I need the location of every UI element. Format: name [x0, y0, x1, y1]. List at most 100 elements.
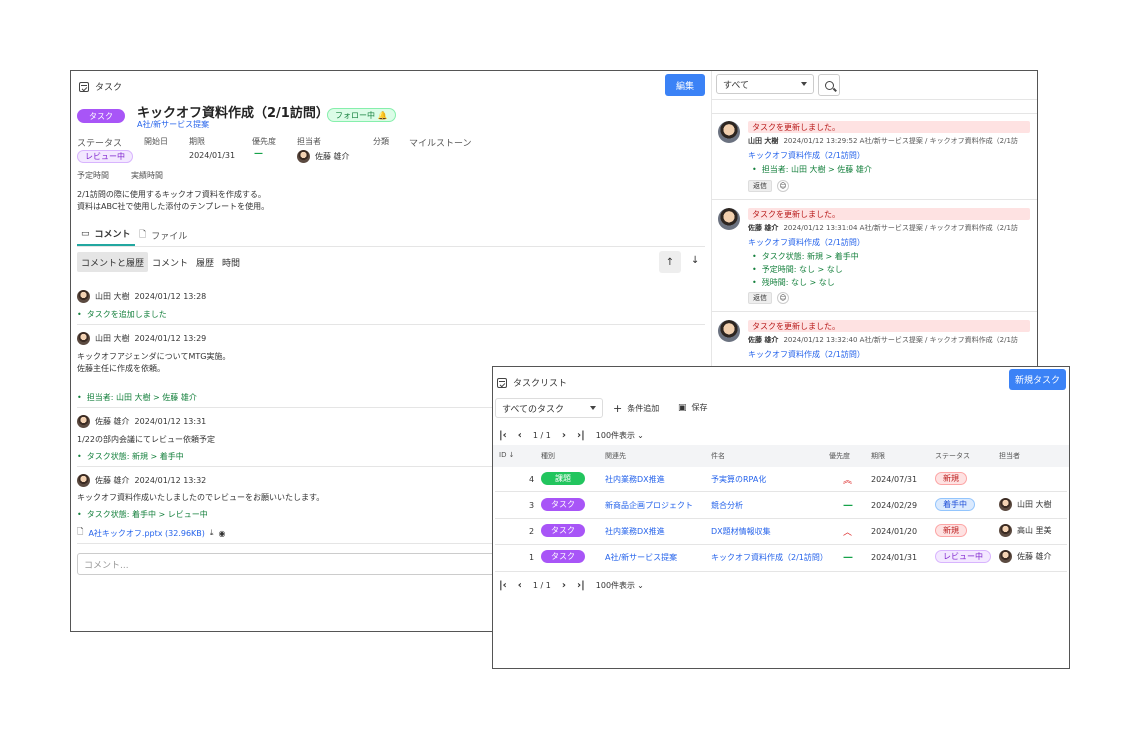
chevron-down-icon: ⌄ — [637, 581, 644, 590]
due-date-value[interactable]: 2024/01/31 — [189, 151, 235, 160]
emoji-icon[interactable]: ☺ — [777, 180, 789, 192]
comment-body: キックオフアジェンダについてMTG実施。 — [77, 352, 231, 361]
activity-divider — [712, 113, 1037, 114]
follow-badge[interactable]: フォロー中 🔔 — [327, 108, 396, 122]
cell-related[interactable]: A社/新サービス提案 — [605, 550, 677, 564]
prev-page-icon[interactable]: ‹ — [518, 580, 522, 591]
cell-related[interactable]: 新商品企画プロジェクト — [605, 498, 693, 512]
activity-task-link[interactable]: キックオフ資料作成（2/1訪問） — [748, 237, 865, 248]
activity-change: • タスク状態: 新規 > 着手中 — [752, 252, 859, 261]
status-value-badge[interactable]: レビュー中 — [77, 150, 133, 163]
comment-author: 佐藤 雄介 — [95, 476, 130, 485]
comment-body: 1/22の部内会議にてレビュー依頼予定 — [77, 435, 215, 444]
column-status[interactable]: ステータス — [935, 451, 970, 461]
column-due[interactable]: 期限 — [871, 451, 885, 461]
comment-header: 佐藤 雄介 2024/01/12 13:31 — [77, 415, 206, 428]
per-page-select[interactable]: 100件表示 ⌄ — [596, 430, 644, 441]
task-list-header: タスクリスト — [497, 376, 567, 389]
activity-filter-select[interactable]: すべて — [716, 74, 814, 94]
per-page-select[interactable]: 100件表示 ⌄ — [596, 580, 644, 591]
history-change: • タスク状態: 着手中 > レビュー中 — [77, 510, 208, 519]
activity-change-text: 担当者: 山田 大樹 > 佐藤 雄介 — [761, 165, 872, 174]
column-priority[interactable]: 優先度 — [829, 451, 850, 461]
priority-value[interactable]: — — [254, 149, 263, 159]
next-page-icon[interactable]: › — [562, 580, 566, 591]
activity-change-text: タスク状態: 新規 > 着手中 — [761, 252, 859, 261]
cell-type-badge: タスク — [541, 550, 585, 563]
activity-task-link[interactable]: キックオフ資料作成（2/1訪問） — [748, 349, 865, 360]
chevron-down-icon: ⌄ — [637, 431, 644, 440]
last-page-icon[interactable]: ›| — [577, 430, 585, 441]
add-condition-button[interactable]: + 条件追加 — [613, 402, 659, 415]
tab-comments-label: コメント — [94, 230, 131, 240]
sort-descending-button[interactable]: ↓ — [691, 255, 699, 266]
edit-button[interactable]: 編集 — [665, 74, 705, 96]
column-related[interactable]: 関連先 — [605, 451, 626, 461]
file-icon: 🗋 — [139, 230, 147, 240]
activity-author: 山田 大樹 — [748, 137, 779, 145]
cell-assignee: 佐藤 雄介 — [999, 550, 1052, 563]
first-page-icon[interactable]: |‹ — [499, 430, 507, 441]
activity-meta-row: 佐藤 雄介 2024/01/12 13:31:04 A社/新サービス提案 / キ… — [748, 223, 1018, 233]
tab-comments[interactable]: ▭ コメント — [81, 227, 131, 241]
prev-page-icon[interactable]: ‹ — [518, 430, 522, 441]
task-list-window: タスクリスト 新規タスク すべてのタスク + 条件追加 ▣ 保存 |‹ ‹ 1 … — [492, 366, 1070, 669]
new-task-button[interactable]: 新規タスク — [1009, 369, 1066, 390]
column-assignee[interactable]: 担当者 — [999, 451, 1020, 461]
table-header — [493, 445, 1069, 467]
comment-time: 2024/01/12 13:32 — [134, 476, 207, 485]
task-view-select[interactable]: すべてのタスク — [495, 398, 603, 418]
priority-high-icon: ︽ — [843, 475, 853, 486]
history-change-text: タスク状態: 新規 > 着手中 — [86, 452, 184, 461]
save-button[interactable]: ▣ 保存 — [678, 402, 708, 413]
activity-divider — [712, 99, 1037, 100]
comment-header: 山田 大樹 2024/01/12 13:29 — [77, 332, 206, 345]
assignee-value[interactable]: 佐藤 雄介 — [297, 150, 350, 163]
activity-search-button[interactable] — [818, 74, 840, 96]
filter-history[interactable]: 履歴 — [192, 252, 218, 272]
file-icon: 🗋 — [77, 527, 84, 536]
sort-ascending-button[interactable]: ↑ — [659, 251, 681, 273]
tab-files[interactable]: 🗋 ファイル — [139, 227, 187, 243]
project-link[interactable]: A社/新サービス提案 — [137, 119, 209, 130]
history-change-text: 担当者: 山田 大樹 > 佐藤 雄介 — [86, 393, 197, 402]
activity-banner: タスクを更新しました。 — [748, 320, 1030, 332]
activity-task-link[interactable]: キックオフ資料作成（2/1訪問） — [748, 150, 865, 161]
download-icon[interactable]: ⤓ — [210, 528, 214, 538]
cell-subject[interactable]: 予実算のRPA化 — [711, 472, 766, 486]
activity-meta: 2024/01/12 13:31:04 A社/新サービス提案 / キックオフ資料… — [783, 224, 1018, 232]
filter-comments[interactable]: コメント — [148, 252, 192, 272]
attachment-link[interactable]: A社キックオフ.pptx (32.96KB) — [88, 528, 204, 539]
column-id[interactable]: ID ↓ — [499, 451, 515, 459]
filter-comments-history[interactable]: コメントと履歴 — [77, 252, 149, 272]
first-page-icon[interactable]: |‹ — [499, 580, 507, 591]
reply-button[interactable]: 返信 — [748, 180, 772, 192]
planned-time-label: 予定時間 — [77, 171, 109, 180]
cell-assignee: 山田 大樹 — [999, 498, 1052, 511]
activity-meta-row: 山田 大樹 2024/01/12 13:29:52 A社/新サービス提案 / キ… — [748, 136, 1018, 146]
column-type[interactable]: 種別 — [541, 451, 555, 461]
activity-change: • 担当者: 山田 大樹 > 佐藤 雄介 — [752, 165, 872, 174]
tab-divider — [77, 246, 705, 247]
cell-related[interactable]: 社内業務DX推進 — [605, 524, 665, 538]
last-page-icon[interactable]: ›| — [577, 580, 585, 591]
comment-time: 2024/01/12 13:28 — [134, 292, 207, 301]
attachment: 🗋 A社キックオフ.pptx (32.96KB) ⤓ ◉ — [77, 526, 225, 540]
cell-status-badge: 新規 — [935, 524, 967, 537]
cell-related[interactable]: 社内業務DX推進 — [605, 472, 665, 486]
task-type-badge: タスク — [77, 109, 125, 123]
reply-button[interactable]: 返信 — [748, 292, 772, 304]
priority-label: 優先度 — [252, 137, 276, 146]
activity-change: • 残時間: なし > なし — [752, 278, 835, 287]
cell-subject[interactable]: 競合分析 — [711, 498, 743, 512]
cell-subject[interactable]: DX題材情報収集 — [711, 524, 771, 538]
preview-icon[interactable]: ◉ — [218, 529, 225, 538]
next-page-icon[interactable]: › — [562, 430, 566, 441]
column-subject[interactable]: 件名 — [711, 451, 725, 461]
activity-divider — [712, 311, 1037, 312]
filter-time[interactable]: 時間 — [218, 252, 244, 272]
activity-banner: タスクを更新しました。 — [748, 121, 1030, 133]
activity-actions: 返信 ☺ — [748, 180, 789, 192]
emoji-icon[interactable]: ☺ — [777, 292, 789, 304]
cell-subject[interactable]: キックオフ資料作成（2/1訪問） — [711, 550, 828, 564]
